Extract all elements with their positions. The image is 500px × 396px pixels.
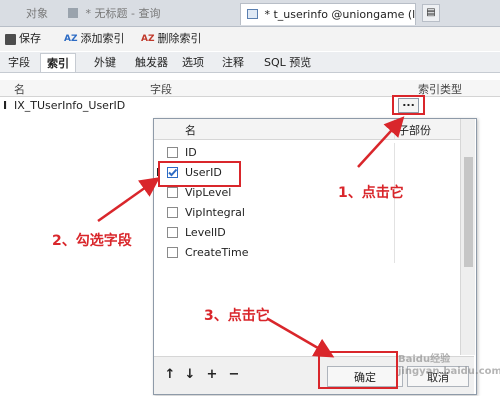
arrow-step2 bbox=[97, 177, 161, 223]
arrow-step1 bbox=[357, 116, 405, 168]
annotation-step2: 2、勾选字段 bbox=[52, 233, 132, 249]
watermark: Baidu经验 jingyan.baidu.com bbox=[398, 354, 500, 377]
annotation-arrows bbox=[97, 116, 405, 358]
arrow-step3 bbox=[267, 317, 335, 358]
annotation-step3: 3、点击它 bbox=[204, 308, 270, 324]
annotation-step1: 1、点击它 bbox=[338, 185, 404, 201]
